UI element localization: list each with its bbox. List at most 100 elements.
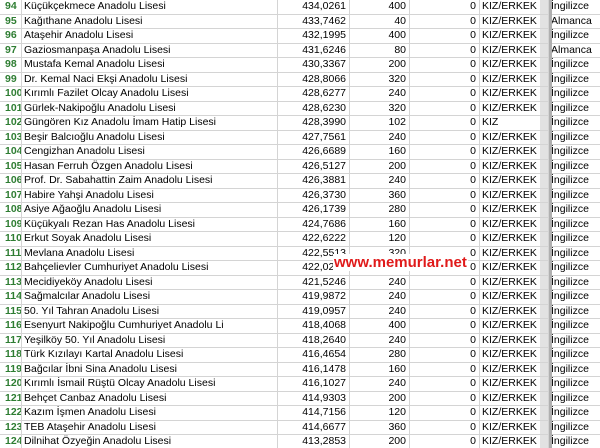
- table-row[interactable]: 121 Behçet Canbaz Anadolu Lisesi 414,9303 2…: [0, 391, 600, 406]
- language-cell[interactable]: İngilizce: [549, 174, 600, 188]
- row-number[interactable]: 105: [0, 159, 22, 173]
- row-number[interactable]: 124: [0, 435, 22, 448]
- zero-cell[interactable]: 0: [410, 420, 480, 434]
- gender-cell[interactable]: KIZ: [480, 116, 549, 130]
- gender-cell[interactable]: KIZ/ERKEK: [480, 0, 549, 14]
- quota-cell[interactable]: 240: [350, 130, 410, 144]
- language-cell[interactable]: İngilizce: [549, 58, 600, 72]
- score-cell[interactable]: 416,1478: [278, 362, 350, 376]
- zero-cell[interactable]: 0: [410, 188, 480, 202]
- score-cell[interactable]: 414,9303: [278, 391, 350, 405]
- quota-cell[interactable]: 120: [350, 406, 410, 420]
- score-cell[interactable]: 430,3367: [278, 58, 350, 72]
- zero-cell[interactable]: 0: [410, 304, 480, 318]
- score-cell[interactable]: 416,4654: [278, 348, 350, 362]
- gender-cell[interactable]: KIZ/ERKEK: [480, 188, 549, 202]
- quota-cell[interactable]: 240: [350, 275, 410, 289]
- school-name-cell[interactable]: Sağmalcılar Anadolu Lisesi: [22, 290, 278, 304]
- gender-cell[interactable]: KIZ/ERKEK: [480, 377, 549, 391]
- zero-cell[interactable]: 0: [410, 406, 480, 420]
- table-row[interactable]: 123 TEB Ataşehir Anadolu Lisesi 414,6677 36…: [0, 420, 600, 435]
- school-name-cell[interactable]: Esenyurt Nakipoğlu Cumhuriyet Anadolu Li: [22, 319, 278, 333]
- language-cell[interactable]: İngilizce: [549, 73, 600, 87]
- score-cell[interactable]: 426,3881: [278, 174, 350, 188]
- table-row[interactable]: 99 Dr. Kemal Naci Ekşi Anadolu Lisesi 428,…: [0, 72, 600, 87]
- score-cell[interactable]: 426,1739: [278, 203, 350, 217]
- quota-cell[interactable]: 240: [350, 333, 410, 347]
- table-row[interactable]: 107 Habire Yahşi Anadolu Lisesi 426,3730 36…: [0, 188, 600, 203]
- score-cell[interactable]: 422,6222: [278, 232, 350, 246]
- score-cell[interactable]: 426,5127: [278, 159, 350, 173]
- language-cell[interactable]: İngilizce: [549, 276, 600, 290]
- zero-cell[interactable]: 0: [410, 348, 480, 362]
- row-number[interactable]: 95: [0, 14, 22, 28]
- gender-cell[interactable]: KIZ/ERKEK: [480, 203, 549, 217]
- gender-cell[interactable]: KIZ/ERKEK: [480, 261, 549, 275]
- row-number[interactable]: 115: [0, 304, 22, 318]
- gender-cell[interactable]: KIZ/ERKEK: [480, 406, 549, 420]
- school-name-cell[interactable]: Mevlana Anadolu Lisesi: [22, 246, 278, 260]
- language-cell[interactable]: İngilizce: [549, 305, 600, 319]
- row-number[interactable]: 103: [0, 130, 22, 144]
- score-cell[interactable]: 426,6689: [278, 145, 350, 159]
- row-number[interactable]: 117: [0, 333, 22, 347]
- school-name-cell[interactable]: Kırımlı İsmail Rüştü Olcay Anadolu Lises…: [22, 377, 278, 391]
- school-name-cell[interactable]: Mecidiyeköy Anadolu Lisesi: [22, 275, 278, 289]
- zero-cell[interactable]: 0: [410, 319, 480, 333]
- table-row[interactable]: 122 Kazım İşmen Anadolu Lisesi 414,7156 120…: [0, 406, 600, 421]
- score-cell[interactable]: 416,1027: [278, 377, 350, 391]
- school-name-cell[interactable]: Dilnihat Özyeğin Anadolu Lisesi: [22, 435, 278, 448]
- table-row[interactable]: 115 50. Yıl Tahran Anadolu Lisesi 419,0957…: [0, 304, 600, 319]
- table-row[interactable]: 97 Gaziosmanpaşa Anadolu Lisesi 431,6246 80…: [0, 43, 600, 58]
- school-name-cell[interactable]: Beşir Balcıoğlu Anadolu Lisesi: [22, 130, 278, 144]
- school-name-cell[interactable]: Erkut Soyak Anadolu Lisesi: [22, 232, 278, 246]
- zero-cell[interactable]: 0: [410, 203, 480, 217]
- zero-cell[interactable]: 0: [410, 14, 480, 28]
- quota-cell[interactable]: 320: [350, 72, 410, 86]
- table-row[interactable]: 106 Prof. Dr. Sabahattin Zaim Anadolu Lis…: [0, 174, 600, 189]
- quota-cell[interactable]: 240: [350, 87, 410, 101]
- gender-cell[interactable]: KIZ/ERKEK: [480, 174, 549, 188]
- row-number[interactable]: 111: [0, 246, 22, 260]
- quota-cell[interactable]: 80: [350, 43, 410, 57]
- language-cell[interactable]: Almanca: [549, 44, 600, 58]
- table-row[interactable]: 118 Türk Kızılayı Kartal Anadolu Lisesi 41…: [0, 348, 600, 363]
- zero-cell[interactable]: 0: [410, 333, 480, 347]
- language-cell[interactable]: İngilizce: [549, 290, 600, 304]
- language-cell[interactable]: Almanca: [549, 15, 600, 29]
- zero-cell[interactable]: 0: [410, 43, 480, 57]
- language-cell[interactable]: İngilizce: [549, 189, 600, 203]
- gender-cell[interactable]: KIZ/ERKEK: [480, 130, 549, 144]
- zero-cell[interactable]: 0: [410, 101, 480, 115]
- row-number[interactable]: 110: [0, 232, 22, 246]
- quota-cell[interactable]: 102: [350, 116, 410, 130]
- school-name-cell[interactable]: Gürlek-Nakipoğlu Anadolu Lisesi: [22, 101, 278, 115]
- table-row[interactable]: 110 Erkut Soyak Anadolu Lisesi 422,6222 120…: [0, 232, 600, 247]
- language-cell[interactable]: İngilizce: [549, 160, 600, 174]
- zero-cell[interactable]: 0: [410, 87, 480, 101]
- gender-cell[interactable]: KIZ/ERKEK: [480, 420, 549, 434]
- row-number[interactable]: 112: [0, 261, 22, 275]
- gender-cell[interactable]: KIZ/ERKEK: [480, 348, 549, 362]
- table-row[interactable]: 104 Cengizhan Anadolu Lisesi 426,6689 160 0 K…: [0, 145, 600, 160]
- language-cell[interactable]: İngilizce: [549, 247, 600, 261]
- score-cell[interactable]: 428,8066: [278, 72, 350, 86]
- gender-cell[interactable]: KIZ/ERKEK: [480, 58, 549, 72]
- language-cell[interactable]: İngilizce: [549, 319, 600, 333]
- zero-cell[interactable]: 0: [410, 159, 480, 173]
- gender-cell[interactable]: KIZ/ERKEK: [480, 159, 549, 173]
- language-cell[interactable]: İngilizce: [549, 406, 600, 420]
- school-name-cell[interactable]: Kazım İşmen Anadolu Lisesi: [22, 406, 278, 420]
- language-cell[interactable]: İngilizce: [549, 348, 600, 362]
- zero-cell[interactable]: 0: [410, 130, 480, 144]
- school-name-cell[interactable]: Behçet Canbaz Anadolu Lisesi: [22, 391, 278, 405]
- table-row[interactable]: 119 Bağcılar İbni Sina Anadolu Lisesi 416,…: [0, 362, 600, 377]
- quota-cell[interactable]: 280: [350, 348, 410, 362]
- table-row[interactable]: 101 Gürlek-Nakipoğlu Anadolu Lisesi 428,62…: [0, 101, 600, 116]
- table-row[interactable]: 105 Hasan Ferruh Özgen Anadolu Lisesi 426,…: [0, 159, 600, 174]
- zero-cell[interactable]: 0: [410, 362, 480, 376]
- row-number[interactable]: 94: [0, 0, 22, 14]
- language-cell[interactable]: İngilizce: [549, 334, 600, 348]
- table-row[interactable]: 116 Esenyurt Nakipoğlu Cumhuriyet Anadolu…: [0, 319, 600, 334]
- school-name-cell[interactable]: TEB Ataşehir Anadolu Lisesi: [22, 420, 278, 434]
